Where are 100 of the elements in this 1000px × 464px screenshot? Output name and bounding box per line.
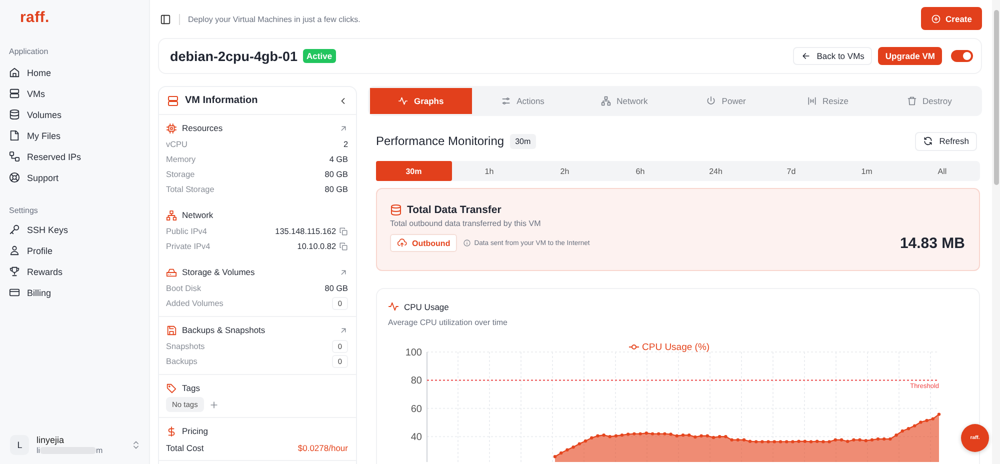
power-toggle[interactable] <box>951 50 973 62</box>
sidebar-item[interactable]: My Files <box>9 125 141 146</box>
data-point <box>663 432 666 436</box>
add-tag-button[interactable] <box>208 400 219 410</box>
sidebar-item[interactable]: Billing <box>9 282 141 303</box>
tab[interactable]: Network <box>573 88 676 114</box>
floppy-icon <box>166 324 177 336</box>
section-heading: Application <box>9 47 50 56</box>
data-point <box>553 455 557 458</box>
data-point <box>766 440 770 444</box>
file-icon <box>9 130 20 141</box>
data-point <box>906 427 910 430</box>
legend-marker <box>628 344 640 350</box>
user-menu[interactable]: L linyejia li m <box>9 433 141 457</box>
field-label: Memory <box>166 155 196 164</box>
data-point <box>596 434 600 438</box>
field-value: 2 <box>343 140 348 149</box>
data-point <box>688 434 691 437</box>
range-option[interactable]: 2h <box>527 161 602 181</box>
range-option[interactable]: 30m <box>376 161 452 181</box>
data-point <box>736 438 740 442</box>
data-point <box>778 440 782 444</box>
data-point <box>590 436 594 440</box>
trophy-icon <box>9 266 20 277</box>
range-option[interactable]: 1m <box>829 161 904 181</box>
server-icon <box>167 94 179 106</box>
data-point <box>572 446 575 449</box>
field-label: Total Storage <box>166 185 214 194</box>
range-option[interactable]: 7d <box>754 161 829 181</box>
field-value: 80 GB <box>324 170 348 179</box>
data-point <box>876 437 880 441</box>
range-option[interactable]: 24h <box>678 161 754 181</box>
field-label: Backups <box>166 357 198 366</box>
data-point <box>834 438 837 442</box>
tab[interactable]: Actions <box>472 88 574 114</box>
data-point <box>620 434 624 437</box>
network-icon <box>600 96 611 106</box>
plus-circle-icon <box>930 14 941 24</box>
data-point <box>566 448 569 452</box>
copy-button[interactable] <box>339 242 348 251</box>
card-title: CPU Usage <box>404 302 449 312</box>
card-title: Total Data Transfer <box>407 204 502 216</box>
panel-title: VM Information <box>185 95 259 106</box>
tab[interactable]: Power <box>675 88 777 114</box>
create-button[interactable]: Create <box>920 7 982 30</box>
avatar: L <box>10 435 30 455</box>
data-point <box>718 435 722 438</box>
sidebar-item[interactable]: Home <box>9 62 141 83</box>
tab[interactable]: Graphs <box>370 88 472 114</box>
trash-icon <box>906 96 917 106</box>
refresh-button[interactable]: Refresh <box>915 132 977 150</box>
email-start: li <box>36 446 40 456</box>
axis-tick-label: 100 <box>405 348 422 358</box>
data-point <box>681 434 685 437</box>
upgrade-button[interactable]: Upgrade VM <box>878 47 942 65</box>
sidebar-item[interactable]: Volumes <box>9 104 141 125</box>
range-option[interactable]: 1h <box>452 161 527 181</box>
data-point <box>608 435 612 438</box>
section-title: Backups & Snapshots <box>182 325 266 335</box>
data-point <box>657 432 660 436</box>
data-point <box>694 435 697 439</box>
sliders-icon <box>500 96 511 106</box>
data-point <box>760 440 764 444</box>
open-link-button[interactable] <box>339 326 348 334</box>
data-point <box>797 440 800 443</box>
info-icon <box>463 239 472 247</box>
tab[interactable]: Resize <box>776 88 878 114</box>
power-icon <box>706 96 716 106</box>
open-link-button[interactable] <box>339 268 348 276</box>
open-link-button[interactable] <box>339 124 348 132</box>
section-title: Storage & Volumes <box>182 267 255 277</box>
resize-icon <box>806 96 817 106</box>
sidebar-item[interactable]: Support <box>9 167 141 188</box>
arrow-up-right-icon <box>339 326 348 334</box>
sidebar-item[interactable]: Profile <box>9 240 141 261</box>
sidebar-item[interactable]: SSH Keys <box>9 219 141 240</box>
data-point <box>584 439 588 443</box>
sidebar-item[interactable]: Rewards <box>9 261 141 282</box>
user-name: linyejia <box>36 434 65 446</box>
scrollbar[interactable] <box>992 0 1000 464</box>
data-point <box>803 440 806 443</box>
data-point <box>700 434 703 438</box>
copy-button[interactable] <box>339 227 348 236</box>
field-value: 80 GB <box>324 284 348 293</box>
data-point <box>644 432 648 435</box>
transfer-total: 14.83 MB <box>900 234 965 252</box>
network-icon <box>166 210 177 220</box>
tab[interactable]: Destroy <box>878 88 980 114</box>
sidebar-item[interactable]: VMs <box>9 83 141 104</box>
back-button[interactable]: Back to VMs <box>792 47 872 65</box>
data-point <box>816 440 819 443</box>
range-option[interactable]: All <box>904 161 980 181</box>
refresh-icon <box>923 136 934 146</box>
arrow-left-icon <box>800 51 811 61</box>
field-label: Public IPv4 <box>166 227 207 236</box>
range-option[interactable]: 6h <box>602 161 678 181</box>
direction-label: Outbound <box>412 238 450 248</box>
field-value: 4 GB <box>329 155 348 164</box>
sidebar-item[interactable]: Reserved IPs <box>9 146 141 167</box>
field-label: Storage <box>166 170 195 179</box>
